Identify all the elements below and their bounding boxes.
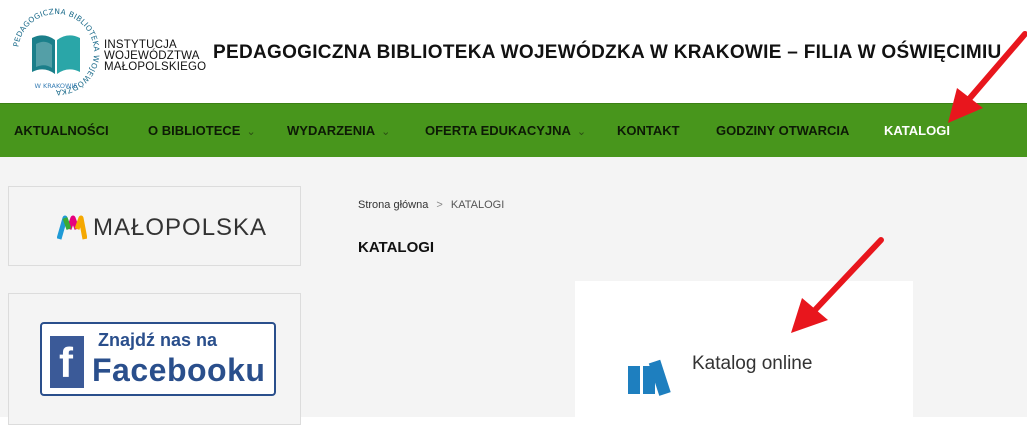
chevron-down-icon: ⌄	[576, 126, 587, 138]
nav-item-label: WYDARZENIA	[287, 123, 376, 138]
library-logo-icon: PEDAGOGICZNA BIBLIOTEKA WOJEWÓDZKA W KRA…	[11, 7, 100, 97]
page-title: KATALOGI	[358, 239, 435, 256]
main-content: MAŁOPOLSKA f Znajdź nas na Facebooku Str…	[0, 157, 1027, 425]
facebook-line1: Znajdź nas na	[98, 330, 218, 350]
site-title[interactable]: PEDAGOGICZNA BIBLIOTEKA WOJEWÓDZKA W KRA…	[213, 42, 1002, 64]
nav-item-label: AKTUALNOŚCI	[14, 123, 109, 138]
facebook-icon: f	[50, 336, 84, 388]
chevron-down-icon: ⌄	[381, 126, 391, 138]
nav-item-wydarzenia[interactable]: WYDARZENIA ⌄	[287, 104, 390, 158]
malopolska-m-icon	[57, 215, 87, 240]
facebook-line2: Facebooku	[92, 352, 266, 388]
svg-text:W KRAKOWIE: W KRAKOWIE	[35, 82, 78, 90]
nav-item-label: OFERTA EDUKACYJNA	[425, 123, 571, 138]
nav-item-godziny-otwarcia[interactable]: GODZINY OTWARCIA	[716, 104, 849, 158]
breadcrumb-home-link[interactable]: Strona główna	[358, 199, 428, 211]
katalog-online-card[interactable]: Katalog online	[575, 281, 913, 421]
nav-item-oferta-edukacyjna[interactable]: OFERTA EDUKACYJNA ⌄	[425, 104, 586, 158]
katalog-online-label: Katalog online	[692, 353, 813, 374]
breadcrumb: Strona główna > KATALOGI	[358, 199, 504, 211]
nav-item-label: GODZINY OTWARCIA	[716, 123, 850, 138]
nav-item-aktualnosci[interactable]: AKTUALNOŚCI	[14, 104, 109, 158]
nav-item-o-bibliotece[interactable]: O BIBLIOTECE ⌄	[148, 104, 256, 158]
breadcrumb-current: KATALOGI	[450, 199, 505, 211]
nav-item-label: KONTAKT	[617, 123, 680, 138]
facebook-banner[interactable]: f Znajdź nas na Facebooku	[8, 293, 301, 425]
malopolska-label: MAŁOPOLSKA	[93, 214, 268, 241]
nav-item-kontakt[interactable]: KONTAKT	[617, 104, 680, 158]
chevron-down-icon: ⌄	[246, 126, 256, 138]
institution-label: INSTYTUCJA WOJEWÓDZTWA MAŁOPOLSKIEGO	[104, 39, 207, 73]
malopolska-logo: MAŁOPOLSKA	[57, 212, 267, 244]
books-icon	[628, 359, 671, 396]
breadcrumb-separator: >	[436, 199, 443, 211]
institution-line: MAŁOPOLSKIEGO	[104, 61, 207, 73]
facebook-f-letter: f	[59, 339, 73, 386]
nav-item-label: KATALOGI	[884, 123, 950, 138]
malopolska-banner[interactable]: MAŁOPOLSKA	[8, 186, 301, 266]
library-logo[interactable]: PEDAGOGICZNA BIBLIOTEKA WOJEWÓDZKA W KRA…	[8, 4, 104, 100]
site-header: PEDAGOGICZNA BIBLIOTEKA WOJEWÓDZKA W KRA…	[0, 0, 1027, 103]
main-nav: AKTUALNOŚCI O BIBLIOTECE ⌄ WYDARZENIA ⌄ OF…	[0, 103, 1027, 158]
nav-item-label: O BIBLIOTECE	[148, 123, 241, 138]
nav-item-katalogi[interactable]: KATALOGI	[884, 104, 950, 158]
facebook-badge[interactable]: f Znajdź nas na Facebooku	[40, 322, 276, 396]
